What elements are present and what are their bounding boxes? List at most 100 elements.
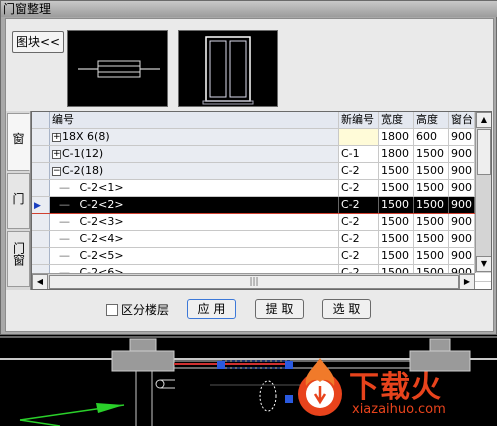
table-row-selected[interactable]: ▶ — C-2<2> C-2 1500 1500 900 xyxy=(32,197,491,214)
cell-width: 1500 xyxy=(379,197,414,213)
scroll-up-button[interactable]: ▲ xyxy=(476,112,491,128)
cell-height: 1500 xyxy=(414,197,449,213)
cell-new-id[interactable]: C-2 xyxy=(339,214,379,230)
tab-doors[interactable]: 门 xyxy=(7,173,30,229)
dialog-title: 门窗整理 xyxy=(1,1,497,17)
item-id: 18X 6(8) xyxy=(62,130,110,143)
table-row[interactable]: +C-1(12) C-1 1800 1500 900 xyxy=(32,146,491,163)
table-row[interactable]: +18X 6(8) 1800 600 900 xyxy=(32,129,491,146)
cell-name: — C-2<1> xyxy=(50,180,339,196)
cell-width: 1500 xyxy=(379,180,414,196)
cell-height: 1500 xyxy=(414,180,449,196)
horizontal-scrollbar[interactable]: ◀ ||| ▶ xyxy=(32,273,475,289)
cell-sill: 900 xyxy=(449,180,475,196)
tree-branch-icon: — xyxy=(52,249,74,262)
window-elevation-preview[interactable] xyxy=(178,30,278,107)
horizontal-scroll-thumb[interactable]: ||| xyxy=(49,275,459,289)
tab-windows[interactable]: 窗 xyxy=(7,113,30,171)
cell-sill: 900 xyxy=(449,248,475,264)
cell-name: +18X 6(8) xyxy=(50,129,339,145)
cell-new-id[interactable] xyxy=(339,129,379,145)
cell-sill: 900 xyxy=(449,163,475,179)
extract-button[interactable]: 提 取 xyxy=(255,299,304,319)
column-header[interactable]: 新编号 xyxy=(339,112,379,128)
tree-branch-icon: — xyxy=(52,215,74,228)
table-row[interactable]: — C-2<3> C-2 1500 1500 900 xyxy=(32,214,491,231)
column-header[interactable]: 编号 xyxy=(50,112,339,128)
row-indicator xyxy=(32,129,50,145)
table-row[interactable]: — C-2<4> C-2 1500 1500 900 xyxy=(32,231,491,248)
row-indicator xyxy=(32,231,50,247)
door-window-table: 编号 新编号 宽度 高度 窗台 +18X 6(8) 1800 600 900 +C-1(12) C-… xyxy=(31,111,492,290)
door-window-dialog: 门窗整理 图块<< 窗 门 门窗 编号 新编号 宽度 高度 窗台 +18X 6(… xyxy=(0,0,497,335)
vertical-scroll-thumb[interactable] xyxy=(477,129,491,175)
cell-height: 1500 xyxy=(414,163,449,179)
row-indicator xyxy=(32,146,50,162)
watermark-brand: 下载火 xyxy=(349,370,442,405)
cell-height: 1500 xyxy=(414,231,449,247)
cell-height: 600 xyxy=(414,129,449,145)
dialog-footer: 区分楼层 应 用 提 取 选 取 xyxy=(6,295,495,325)
blocks-toggle-button[interactable]: 图块<< xyxy=(12,31,64,53)
cell-width: 1500 xyxy=(379,163,414,179)
item-id: C-2<2> xyxy=(79,198,124,211)
cell-height: 1500 xyxy=(414,248,449,264)
row-indicator xyxy=(32,180,50,196)
row-indicator xyxy=(32,214,50,230)
cell-new-id[interactable]: C-2 xyxy=(339,197,379,213)
cell-sill: 900 xyxy=(449,214,475,230)
cell-width: 1800 xyxy=(379,129,414,145)
dialog-body: 图块<< 窗 门 门窗 编号 新编号 宽度 高度 窗台 +18X 6(8) 18… xyxy=(5,18,494,332)
cell-name: — C-2<4> xyxy=(50,231,339,247)
column-header[interactable]: 宽度 xyxy=(379,112,414,128)
item-id: C-2<1> xyxy=(79,181,124,194)
cell-sill: 900 xyxy=(449,129,475,145)
apply-button[interactable]: 应 用 xyxy=(187,299,236,319)
cell-new-id[interactable]: C-2 xyxy=(339,248,379,264)
expand-icon[interactable]: + xyxy=(52,150,61,159)
collapse-icon[interactable]: − xyxy=(52,167,61,176)
floor-distinguish-label: 区分楼层 xyxy=(121,303,170,317)
row-indicator xyxy=(32,248,50,264)
cell-height: 1500 xyxy=(414,214,449,230)
cell-new-id[interactable]: C-2 xyxy=(339,163,379,179)
cell-width: 1800 xyxy=(379,146,414,162)
table-row[interactable]: — C-2<5> C-2 1500 1500 900 xyxy=(32,248,491,265)
tree-branch-icon: — xyxy=(52,198,74,211)
column-header[interactable]: 高度 xyxy=(414,112,449,128)
cell-new-id[interactable]: C-1 xyxy=(339,146,379,162)
row-indicator-header xyxy=(32,112,50,128)
cell-new-id[interactable]: C-2 xyxy=(339,231,379,247)
scroll-right-button[interactable]: ▶ xyxy=(459,274,475,289)
cell-width: 1500 xyxy=(379,248,414,264)
item-id: C-1(12) xyxy=(62,147,104,160)
flame-logo-icon xyxy=(298,358,342,416)
table-header-row: 编号 新编号 宽度 高度 窗台 xyxy=(32,112,491,129)
scroll-down-button[interactable]: ▼ xyxy=(476,256,491,272)
expand-icon[interactable]: + xyxy=(52,133,61,142)
item-id: C-2<3> xyxy=(79,215,124,228)
floor-distinguish-option[interactable]: 区分楼层 xyxy=(106,301,169,319)
vertical-scrollbar[interactable]: ▲ ▼ xyxy=(475,112,491,273)
watermark-url: xiazaihuo.com xyxy=(352,402,446,417)
table-row[interactable]: — C-2<1> C-2 1500 1500 900 xyxy=(32,180,491,197)
window-elevation-preview-drawing xyxy=(202,36,254,105)
table-row[interactable]: −C-2(18) C-2 1500 1500 900 xyxy=(32,163,491,180)
floor-distinguish-checkbox[interactable] xyxy=(106,304,118,316)
column-header[interactable]: 窗台 xyxy=(449,112,475,128)
cad-drawing-area[interactable]: 下载火 xiazaihuo.com xyxy=(0,335,497,426)
cell-sill: 900 xyxy=(449,146,475,162)
window-plan-preview[interactable] xyxy=(67,30,168,107)
row-indicator: ▶ xyxy=(32,197,50,213)
current-row-arrow-icon: ▶ xyxy=(34,201,41,211)
cell-new-id[interactable]: C-2 xyxy=(339,180,379,196)
tree-branch-icon: — xyxy=(52,181,74,194)
select-button[interactable]: 选 取 xyxy=(322,299,371,319)
cell-sill: 900 xyxy=(449,197,475,213)
cell-height: 1500 xyxy=(414,146,449,162)
tab-door-windows[interactable]: 门窗 xyxy=(7,231,30,287)
watermark-logo: 下载火 xiazaihuo.com xyxy=(290,352,497,426)
cell-sill: 900 xyxy=(449,231,475,247)
scroll-left-button[interactable]: ◀ xyxy=(32,274,48,289)
category-tabs: 窗 门 门窗 xyxy=(6,111,31,290)
